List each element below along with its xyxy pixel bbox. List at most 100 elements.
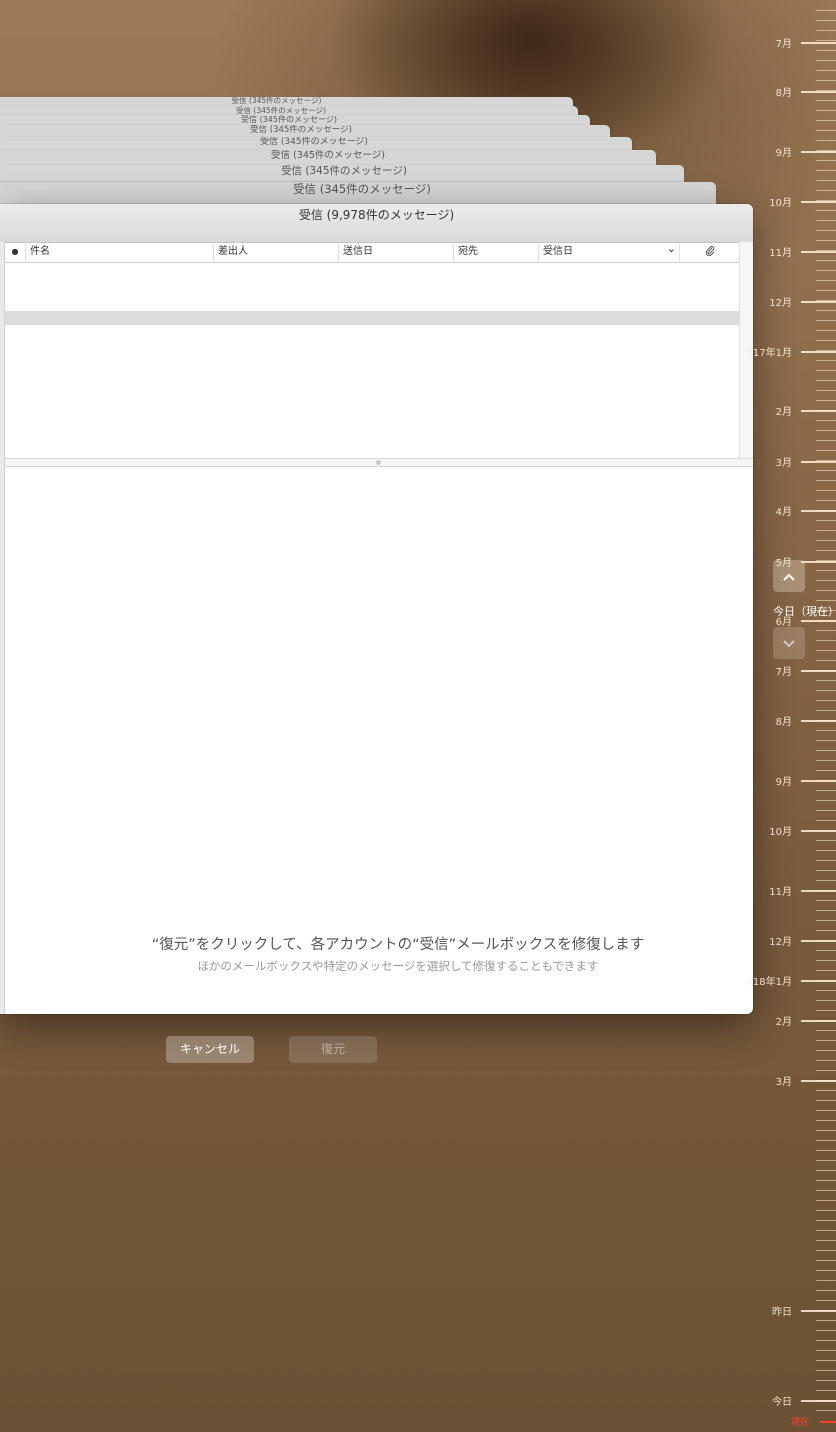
timeline-tick	[816, 540, 836, 541]
column-sent[interactable]: 送信日	[338, 242, 454, 262]
timeline-tick	[816, 380, 836, 381]
timeline-major-tick[interactable]	[801, 410, 836, 412]
timeline-label[interactable]: 7月	[776, 35, 792, 50]
stacked-window-title: 受信 (345件のメッセージ)	[231, 97, 322, 105]
timeline-major-tick[interactable]	[801, 1310, 836, 1312]
timeline-major-tick[interactable]	[801, 890, 836, 892]
timeline-tick	[816, 910, 836, 911]
timeline-tick	[816, 1300, 836, 1301]
timeline-label[interactable]: 11月	[769, 244, 792, 259]
timeline-tick	[816, 880, 836, 881]
timeline-label[interactable]: 2月	[776, 403, 792, 418]
timeline-tick	[816, 280, 836, 281]
timeline-label[interactable]: 10月	[769, 823, 792, 838]
timeline-label[interactable]: 4月	[776, 503, 792, 518]
timeline-label[interactable]: 3月	[776, 454, 792, 469]
timeline-tick	[816, 600, 836, 601]
sort-chevron-icon[interactable]: ⌄	[667, 239, 676, 259]
timeline-major-tick[interactable]	[801, 91, 836, 93]
timeline-label[interactable]: 7月	[776, 663, 792, 678]
timeline-tick	[816, 1380, 836, 1381]
column-received[interactable]: 受信日 ⌄	[538, 242, 680, 262]
timeline-label[interactable]: 9月	[776, 773, 792, 788]
timeline-tick	[816, 70, 836, 71]
column-unread[interactable]: ●	[4, 242, 26, 262]
timeline-major-tick[interactable]	[801, 620, 836, 622]
timeline-up-button[interactable]	[773, 560, 805, 592]
timeline-tick	[816, 1360, 836, 1361]
timeline-major-tick[interactable]	[801, 1020, 836, 1022]
timeline-tick	[816, 1370, 836, 1371]
timeline-label[interactable]: 2月	[776, 1013, 792, 1028]
stacked-window[interactable]: 受信 (345件のメッセージ)	[0, 150, 656, 166]
timeline-tick	[816, 800, 836, 801]
timeline-major-tick[interactable]	[801, 1400, 836, 1402]
timeline-tick	[816, 230, 836, 231]
timeline-major-tick[interactable]	[801, 461, 836, 463]
timeline-major-tick[interactable]	[801, 780, 836, 782]
timeline-tick	[816, 630, 836, 631]
timeline-major-tick[interactable]	[801, 151, 836, 153]
now-label[interactable]: 現在	[791, 1415, 809, 1428]
timeline-tick	[816, 690, 836, 691]
timeline-tick	[816, 820, 836, 821]
column-attachment[interactable]	[679, 242, 739, 262]
window-titlebar[interactable]: 受信 (9,978件のメッセージ)	[0, 204, 753, 243]
timeline-label[interactable]: 12月	[769, 933, 792, 948]
timeline-tick	[816, 530, 836, 531]
timeline-major-tick[interactable]	[801, 561, 836, 563]
timeline-tick	[816, 700, 836, 701]
timeline-tick	[816, 340, 836, 341]
timeline-label[interactable]: 今日	[772, 1393, 792, 1408]
timeline-tick	[816, 240, 836, 241]
timeline-major-tick[interactable]	[801, 980, 836, 982]
timeline-tick	[816, 760, 836, 761]
cancel-button[interactable]: キャンセル	[166, 1036, 254, 1063]
timeline-major-tick[interactable]	[801, 351, 836, 353]
restore-instruction: “復元”をクリックして、各アカウントの“受信”メールボックスを修復します	[151, 937, 645, 953]
timeline-tick	[816, 490, 836, 491]
timeline-major-tick[interactable]	[801, 201, 836, 203]
now-marker	[820, 1421, 836, 1423]
stacked-window-title: 受信 (345件のメッセージ)	[271, 150, 385, 161]
timeline-label[interactable]: 8月	[776, 84, 792, 99]
timeline-tick	[816, 100, 836, 101]
timeline-label[interactable]: 昨日	[772, 1303, 792, 1318]
timeline-label[interactable]: 11月	[769, 883, 792, 898]
timeline-major-tick[interactable]	[801, 301, 836, 303]
timeline-major-tick[interactable]	[801, 251, 836, 253]
column-received-label: 受信日	[543, 246, 573, 257]
timeline-tick	[816, 1070, 836, 1071]
timeline-down-button[interactable]	[773, 627, 805, 659]
timeline-major-tick[interactable]	[801, 1080, 836, 1082]
timeline-tick	[816, 390, 836, 391]
pane-splitter[interactable]	[5, 458, 753, 467]
timeline-label[interactable]: 018年1月	[747, 973, 792, 988]
timeline-tick	[816, 450, 836, 451]
timeline-label[interactable]: 3月	[776, 1073, 792, 1088]
stacked-window-title: 受信 (345件のメッセージ)	[260, 137, 368, 147]
timeline-major-tick[interactable]	[801, 510, 836, 512]
timeline-label[interactable]: 8月	[776, 713, 792, 728]
timeline-tick	[816, 660, 836, 661]
sidebar-edge	[0, 242, 5, 1014]
timeline-major-tick[interactable]	[801, 720, 836, 722]
timeline-tick	[816, 900, 836, 901]
timeline-tick	[816, 1010, 836, 1011]
timeline-major-tick[interactable]	[801, 42, 836, 44]
column-from[interactable]: 差出人	[213, 242, 339, 262]
column-subject[interactable]: 件名	[25, 242, 214, 262]
timeline-tick	[816, 40, 836, 41]
timeline-major-tick[interactable]	[801, 940, 836, 942]
timeline-label[interactable]: 9月	[776, 144, 792, 159]
timeline-major-tick[interactable]	[801, 830, 836, 832]
selected-message-row[interactable]	[5, 311, 740, 325]
restore-button[interactable]: 復元	[289, 1036, 377, 1063]
column-to[interactable]: 宛先	[453, 242, 539, 262]
timeline-major-tick[interactable]	[801, 670, 836, 672]
timeline-label[interactable]: 12月	[769, 294, 792, 309]
stacked-window[interactable]: 受信 (345件のメッセージ)	[0, 165, 684, 182]
timeline-tick	[816, 1040, 836, 1041]
timeline-label[interactable]: 10月	[769, 194, 792, 209]
timeline-label[interactable]: 017年1月	[747, 344, 792, 359]
